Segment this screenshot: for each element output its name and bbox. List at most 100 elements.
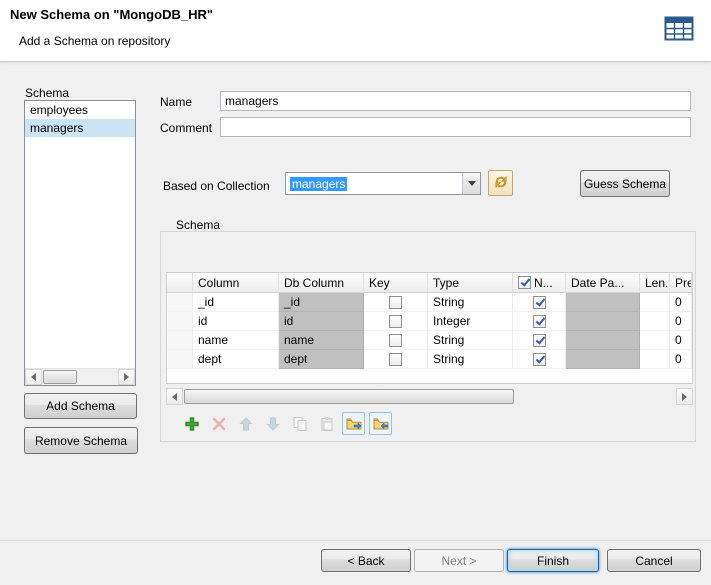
schema-table-row[interactable]: deptdeptString0	[167, 350, 692, 369]
comment-input[interactable]	[220, 117, 691, 137]
schema-table-row[interactable]: namenameString0	[167, 331, 692, 350]
nullable-checkbox[interactable]	[533, 334, 546, 347]
import-schema-button[interactable]	[369, 412, 392, 435]
table-cell[interactable]: 0	[670, 312, 692, 331]
table-cell[interactable]: 0	[670, 331, 692, 350]
table-cell[interactable]	[364, 331, 428, 350]
key-checkbox[interactable]	[389, 353, 402, 366]
table-cell[interactable]: name	[193, 331, 279, 350]
paste-button	[315, 412, 338, 435]
table-cell[interactable]: 0	[670, 293, 692, 312]
column-header[interactable]	[167, 273, 193, 293]
table-cell[interactable]	[513, 312, 566, 331]
scroll-right-button[interactable]	[676, 388, 693, 405]
table-cell[interactable]	[167, 350, 193, 369]
nullable-checkbox[interactable]	[533, 315, 546, 328]
table-cell[interactable]	[364, 350, 428, 369]
key-checkbox[interactable]	[389, 334, 402, 347]
key-checkbox[interactable]	[389, 315, 402, 328]
column-header[interactable]: N...	[513, 273, 566, 293]
schema-table: Column Db Column Key TypeN...Date Pa...Len.…	[166, 272, 693, 384]
add-schema-button[interactable]: Add Schema	[24, 393, 137, 419]
name-label: Name	[160, 95, 192, 109]
table-cell	[566, 331, 640, 350]
add-row-button[interactable]	[180, 412, 203, 435]
folder-import-icon	[373, 416, 389, 432]
schema-table-row[interactable]: ididInteger0	[167, 312, 692, 331]
name-input[interactable]	[220, 91, 691, 111]
schema-table-hscrollbar[interactable]	[166, 388, 693, 405]
column-header[interactable]: Type	[428, 273, 513, 293]
column-header-label: Column	[198, 276, 239, 290]
combobox-dropdown-button[interactable]	[462, 173, 480, 194]
move-down-button	[261, 412, 284, 435]
table-grid-icon	[664, 16, 694, 41]
table-cell	[566, 312, 640, 331]
schema-list-hscrollbar[interactable]	[25, 368, 135, 385]
triangle-left-icon	[172, 393, 177, 401]
table-cell[interactable]: _id	[193, 293, 279, 312]
scrollbar-thumb[interactable]	[184, 389, 514, 404]
schema-list-item[interactable]: employees	[25, 101, 135, 119]
guess-schema-button[interactable]: Guess Schema	[580, 170, 670, 197]
table-cell[interactable]	[167, 312, 193, 331]
folder-export-icon	[346, 416, 362, 432]
copy-icon	[292, 416, 308, 432]
column-header[interactable]: Len...	[640, 273, 670, 293]
combobox-value[interactable]: managers	[286, 173, 462, 194]
cancel-button[interactable]: Cancel	[607, 549, 701, 572]
schema-table-body: _id_idString0ididInteger0namenameString0…	[167, 293, 692, 369]
table-cell[interactable]: String	[428, 331, 513, 350]
table-cell[interactable]	[640, 293, 670, 312]
table-cell[interactable]	[364, 312, 428, 331]
scrollbar-track[interactable]	[183, 388, 676, 405]
table-cell[interactable]: id	[193, 312, 279, 331]
schema-table-header: Column Db Column Key TypeN...Date Pa...Len.…	[167, 273, 692, 293]
finish-button[interactable]: Finish	[507, 549, 599, 572]
scroll-left-button[interactable]	[25, 369, 42, 385]
scrollbar-track[interactable]	[42, 369, 118, 385]
collection-combobox[interactable]: managers	[285, 172, 481, 195]
column-header[interactable]: Key	[364, 273, 428, 293]
refresh-collections-button[interactable]	[488, 170, 513, 196]
cross-icon	[211, 416, 227, 432]
column-header[interactable]: Column	[193, 273, 279, 293]
column-header-label: Key	[369, 276, 390, 290]
scrollbar-thumb[interactable]	[43, 370, 77, 384]
table-cell[interactable]	[167, 293, 193, 312]
key-checkbox[interactable]	[389, 296, 402, 309]
table-cell[interactable]: String	[428, 350, 513, 369]
table-cell[interactable]	[513, 293, 566, 312]
collection-label: Based on Collection	[163, 179, 270, 193]
table-cell[interactable]	[364, 293, 428, 312]
remove-schema-button[interactable]: Remove Schema	[24, 427, 138, 454]
footer-separator	[0, 540, 711, 541]
column-header-label: Pre...	[675, 276, 692, 290]
triangle-right-icon	[124, 373, 129, 381]
table-cell[interactable]	[640, 312, 670, 331]
table-cell[interactable]	[640, 331, 670, 350]
triangle-left-icon	[31, 373, 36, 381]
column-header[interactable]: Db Column	[279, 273, 364, 293]
select-all-nullable-checkbox[interactable]	[518, 276, 531, 289]
table-cell[interactable]: 0	[670, 350, 692, 369]
back-button[interactable]: < Back	[321, 549, 411, 572]
export-schema-button[interactable]	[342, 412, 365, 435]
table-cell[interactable]	[640, 350, 670, 369]
column-header[interactable]: Date Pa...	[566, 273, 640, 293]
nullable-checkbox[interactable]	[533, 353, 546, 366]
table-cell	[566, 350, 640, 369]
schema-table-row[interactable]: _id_idString0	[167, 293, 692, 312]
scroll-left-button[interactable]	[166, 388, 183, 405]
schema-list-item[interactable]: managers	[25, 119, 135, 137]
column-header[interactable]: Pre...	[670, 273, 692, 293]
table-cell[interactable]: Integer	[428, 312, 513, 331]
nullable-checkbox[interactable]	[533, 296, 546, 309]
table-cell[interactable]: dept	[193, 350, 279, 369]
table-cell[interactable]	[513, 350, 566, 369]
table-cell[interactable]	[513, 331, 566, 350]
table-cell[interactable]	[167, 331, 193, 350]
scroll-right-button[interactable]	[118, 369, 135, 385]
schema-list-items: employeesmanagers	[25, 101, 135, 368]
table-cell[interactable]: String	[428, 293, 513, 312]
